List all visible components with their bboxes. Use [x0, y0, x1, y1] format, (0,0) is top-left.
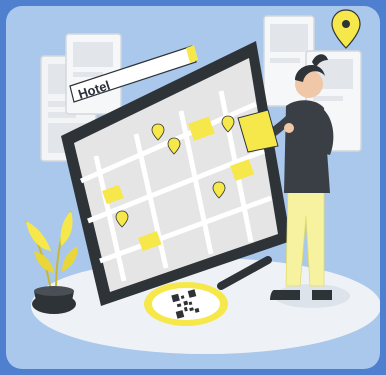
travel-map-illustration: Hotel — [25, 9, 380, 354]
illustration-card: Hotel — [6, 6, 380, 369]
map-pin-icon — [331, 9, 361, 49]
outer-frame: Hotel — [0, 0, 386, 375]
